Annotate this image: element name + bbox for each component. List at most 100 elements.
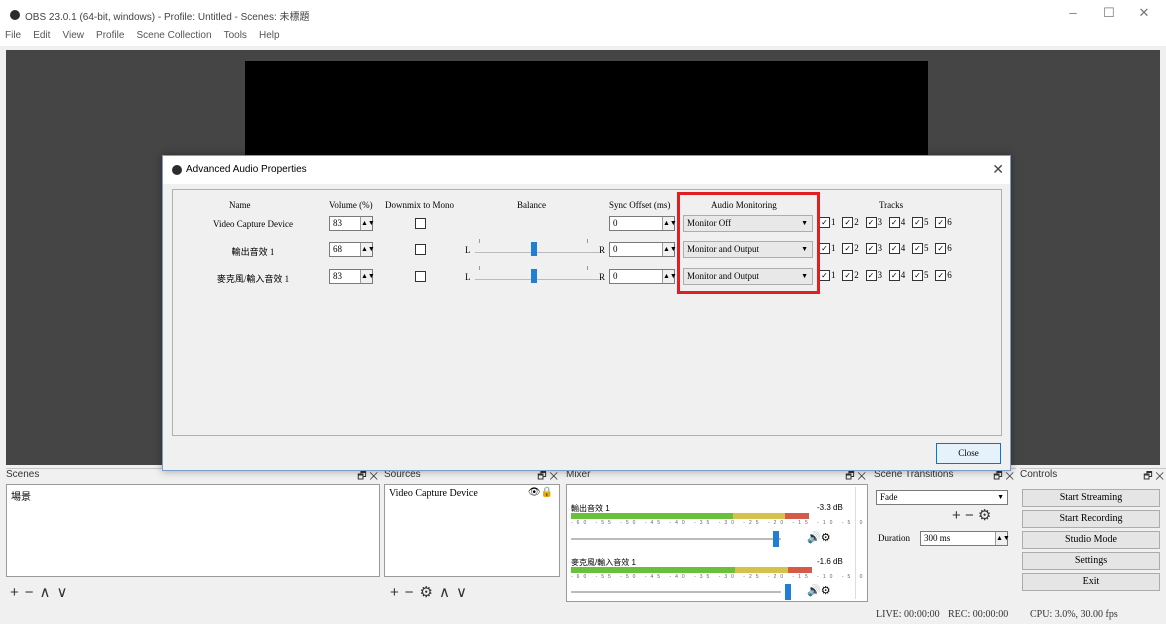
menu-bar: File Edit View Profile Scene Collection … xyxy=(0,26,1166,46)
sources-toolbar: + − ⚙ ∧ ∨ xyxy=(390,583,473,601)
advanced-audio-dialog: Advanced Audio Properties ✕ Name Volume … xyxy=(162,155,1011,471)
exit-button[interactable]: Exit xyxy=(1022,573,1160,591)
menu-scene-collection[interactable]: Scene Collection xyxy=(131,26,215,41)
duration-spinbox[interactable]: 300 ms ▲▼ xyxy=(920,531,1010,546)
scene-item[interactable]: 場景 xyxy=(7,485,379,506)
duration-label: Duration xyxy=(878,533,910,543)
track-checkbox[interactable]: ✓ xyxy=(888,270,900,282)
audio-meter xyxy=(571,513,809,519)
spin-arrows-icon[interactable]: ▲▼ xyxy=(360,243,375,256)
transition-select[interactable]: Fade ▼ xyxy=(876,490,1008,505)
move-down-icon[interactable]: ∨ xyxy=(456,583,467,601)
downmix-checkbox[interactable] xyxy=(415,218,426,229)
window-title: OBS 23.0.1 (64-bit, windows) - Profile: … xyxy=(25,12,310,23)
header-downmix: Downmix to Mono xyxy=(385,200,455,210)
spin-arrows-icon[interactable]: ▲▼ xyxy=(360,217,375,230)
track-checkbox[interactable]: ✓ xyxy=(935,243,947,255)
balance-tick xyxy=(479,266,480,270)
sync-offset-spinbox[interactable]: 0 ▲▼ xyxy=(609,216,677,231)
transition-gear-icon[interactable]: ⚙ xyxy=(978,507,991,524)
visibility-eye-icon[interactable]: 👁🔒 xyxy=(528,487,553,498)
dock-float-close-icon[interactable]: 🗗 ✕ xyxy=(993,469,1014,486)
volume-spinbox[interactable]: 68 ▲▼ xyxy=(329,242,375,257)
source-name: Video Capture Device xyxy=(213,219,293,229)
balance-left-label: L xyxy=(465,272,471,282)
track-checkbox[interactable]: ✓ xyxy=(842,217,854,229)
status-bar: LIVE: 00:00:00 REC: 00:00:00 CPU: 3.0%, … xyxy=(0,605,1166,624)
balance-tick xyxy=(587,239,588,243)
spin-arrows-icon[interactable]: ▲▼ xyxy=(662,217,677,230)
spin-arrows-icon[interactable]: ▲▼ xyxy=(995,532,1010,545)
volume-slider[interactable] xyxy=(571,591,781,593)
volume-slider-thumb[interactable] xyxy=(773,531,779,547)
balance-slider-thumb[interactable] xyxy=(531,269,537,283)
spin-arrows-icon[interactable]: ▲▼ xyxy=(662,270,677,283)
track-checkbox[interactable]: ✓ xyxy=(912,270,923,282)
volume-slider-thumb[interactable] xyxy=(785,584,791,600)
track-checkbox[interactable]: ✓ xyxy=(888,217,900,229)
add-scene-icon[interactable]: + xyxy=(10,584,19,601)
start-streaming-button[interactable]: Start Streaming xyxy=(1022,489,1160,507)
header-sync-offset: Sync Offset (ms) xyxy=(609,200,671,210)
sources-list[interactable]: Video Capture Device 👁🔒 xyxy=(384,484,560,577)
track-checkbox[interactable]: ✓ xyxy=(819,270,830,282)
scenes-list[interactable]: 場景 xyxy=(6,484,380,577)
track-checkbox[interactable]: ✓ xyxy=(912,217,923,229)
balance-slider-thumb[interactable] xyxy=(531,242,537,256)
mixer-scrollbar[interactable] xyxy=(855,487,867,599)
balance-slider[interactable] xyxy=(475,279,599,280)
move-up-icon[interactable]: ∧ xyxy=(439,583,450,601)
menu-file[interactable]: File xyxy=(0,26,25,41)
downmix-checkbox[interactable] xyxy=(415,271,426,282)
track-checkbox[interactable]: ✓ xyxy=(888,243,900,255)
track-checkbox[interactable]: ✓ xyxy=(819,217,830,229)
settings-button[interactable]: Settings xyxy=(1022,552,1160,570)
remove-transition-icon[interactable]: − xyxy=(965,507,974,524)
menu-help[interactable]: Help xyxy=(254,26,284,41)
studio-mode-button[interactable]: Studio Mode xyxy=(1022,531,1160,549)
remove-scene-icon[interactable]: − xyxy=(25,584,34,601)
remove-source-icon[interactable]: − xyxy=(405,584,414,601)
close-icon[interactable]: ✕ xyxy=(992,161,1004,178)
source-item[interactable]: Video Capture Device 👁🔒 xyxy=(385,485,559,502)
track-checkbox[interactable]: ✓ xyxy=(935,217,947,229)
balance-tick xyxy=(587,266,588,270)
volume-slider[interactable] xyxy=(571,538,781,540)
volume-spinbox[interactable]: 83 ▲▼ xyxy=(329,269,375,284)
downmix-checkbox[interactable] xyxy=(415,244,426,255)
spin-arrows-icon[interactable]: ▲▼ xyxy=(662,243,677,256)
sync-offset-spinbox[interactable]: 0 ▲▼ xyxy=(609,269,677,284)
close-window-button[interactable]: ✕ xyxy=(1134,5,1154,21)
dialog-title: Advanced Audio Properties xyxy=(186,164,307,175)
balance-slider[interactable] xyxy=(475,252,599,253)
track-checkbox[interactable]: ✓ xyxy=(865,270,877,282)
track-checkbox[interactable]: ✓ xyxy=(842,243,854,255)
track-checkbox[interactable]: ✓ xyxy=(842,270,854,282)
menu-view[interactable]: View xyxy=(57,26,88,41)
sync-offset-spinbox[interactable]: 0 ▲▼ xyxy=(609,242,677,257)
source-properties-gear-icon[interactable]: ⚙ xyxy=(420,583,433,601)
start-recording-button[interactable]: Start Recording xyxy=(1022,510,1160,528)
add-transition-icon[interactable]: + xyxy=(952,507,961,524)
close-button[interactable]: Close xyxy=(936,443,1001,464)
add-source-icon[interactable]: + xyxy=(390,584,399,601)
menu-profile[interactable]: Profile xyxy=(91,26,128,41)
move-down-icon[interactable]: ∨ xyxy=(57,583,68,601)
audio-meter xyxy=(571,567,812,573)
speaker-icon[interactable]: 🔊⚙ xyxy=(807,531,831,544)
track-checkbox[interactable]: ✓ xyxy=(912,243,923,255)
dock-float-close-icon[interactable]: 🗗 ✕ xyxy=(1143,469,1164,486)
track-checkbox[interactable]: ✓ xyxy=(865,217,877,229)
move-up-icon[interactable]: ∧ xyxy=(40,583,51,601)
track-checkbox[interactable]: ✓ xyxy=(935,270,947,282)
track-checkbox[interactable]: ✓ xyxy=(819,243,830,255)
track-checkbox[interactable]: ✓ xyxy=(865,243,877,255)
menu-edit[interactable]: Edit xyxy=(28,26,54,41)
volume-spinbox[interactable]: 83 ▲▼ xyxy=(329,216,375,231)
spin-arrows-icon[interactable]: ▲▼ xyxy=(360,270,375,283)
speaker-icon[interactable]: 🔊⚙ xyxy=(807,584,831,597)
menu-tools[interactable]: Tools xyxy=(219,26,251,41)
header-volume: Volume (%) xyxy=(329,200,373,210)
minimize-button[interactable]: – xyxy=(1063,5,1083,21)
maximize-button[interactable]: ☐ xyxy=(1099,5,1119,21)
